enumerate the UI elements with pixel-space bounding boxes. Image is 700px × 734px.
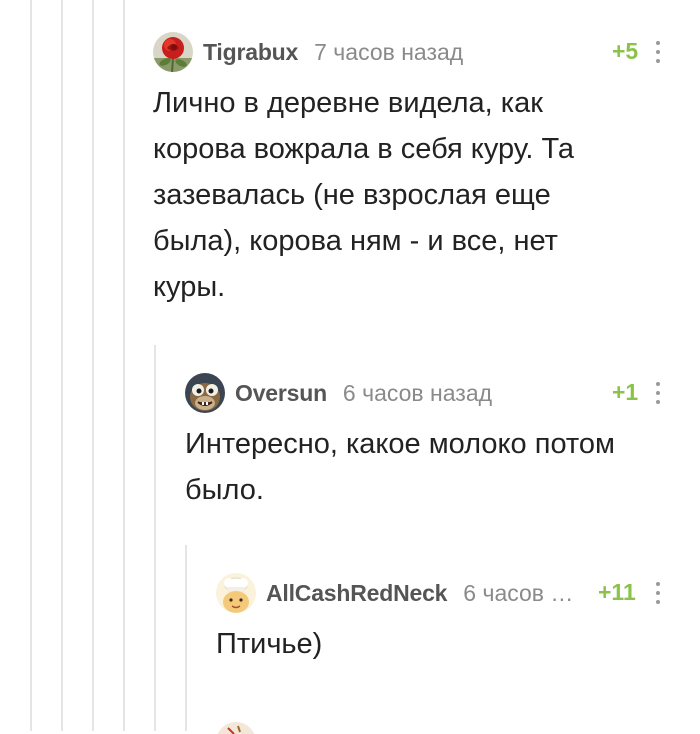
- comment-header: AllCashRedNeck 6 часов назад +11: [216, 573, 676, 613]
- thread-line-5[interactable]: [154, 345, 156, 731]
- comment: AllCashRedNeck 6 часов назад +11 Птичье): [216, 573, 676, 667]
- more-options-icon[interactable]: [653, 582, 663, 604]
- comment-text: Лично в деревне видела, как корова вожра…: [153, 80, 673, 310]
- more-options-icon[interactable]: [653, 382, 663, 404]
- thread-line-6[interactable]: [185, 545, 187, 731]
- thread-line-3[interactable]: [92, 0, 94, 731]
- comment: Tigrabux 7 часов назад +5 Лично в деревн…: [153, 32, 673, 310]
- thread-line-1[interactable]: [30, 0, 32, 731]
- comment-rating: +1: [612, 379, 639, 405]
- rose-avatar-icon[interactable]: [153, 32, 193, 72]
- username[interactable]: Tigrabux: [203, 39, 298, 66]
- comment-header: Tigrabux 7 часов назад +5: [153, 32, 673, 72]
- thread-line-4[interactable]: [123, 0, 125, 731]
- chef-avatar-icon[interactable]: [216, 573, 256, 613]
- comment: Oversun 6 часов назад +1 Интересно, како…: [185, 373, 675, 513]
- comment-header: Oversun 6 часов назад +1: [185, 373, 675, 413]
- comment-text-line: была), корова ням - и все, нет: [153, 225, 558, 257]
- comment-text-line: зазевалась (не взрослая еще: [153, 179, 551, 211]
- timestamp[interactable]: 6 часов назад: [343, 380, 492, 407]
- comment-text-line: Лично в деревне видела, как: [153, 87, 543, 119]
- next-comment-avatar-icon[interactable]: [216, 722, 256, 734]
- comment-text-line: корова вожрала в себя куру. Та: [153, 133, 575, 165]
- timestamp[interactable]: 7 часов назад: [314, 39, 463, 66]
- username[interactable]: AllCashRedNeck: [266, 580, 447, 607]
- thread-line-2[interactable]: [61, 0, 63, 731]
- more-options-icon[interactable]: [653, 41, 663, 63]
- comment-rating: +11: [598, 579, 636, 605]
- username[interactable]: Oversun: [235, 380, 327, 407]
- comment-text-line: куры.: [153, 271, 226, 303]
- cartoon-creature-avatar-icon[interactable]: [185, 373, 225, 413]
- timestamp[interactable]: 6 часов назад: [463, 580, 578, 607]
- comment-rating: +5: [612, 38, 639, 64]
- comment-text: Птичье): [216, 621, 676, 667]
- comment-text-line: было.: [185, 474, 264, 506]
- comment-text: Интересно, какое молоко потом было.: [185, 421, 675, 513]
- comment-text-line: Птичье): [216, 628, 323, 660]
- comment-text-line: Интересно, какое молоко потом: [185, 428, 615, 460]
